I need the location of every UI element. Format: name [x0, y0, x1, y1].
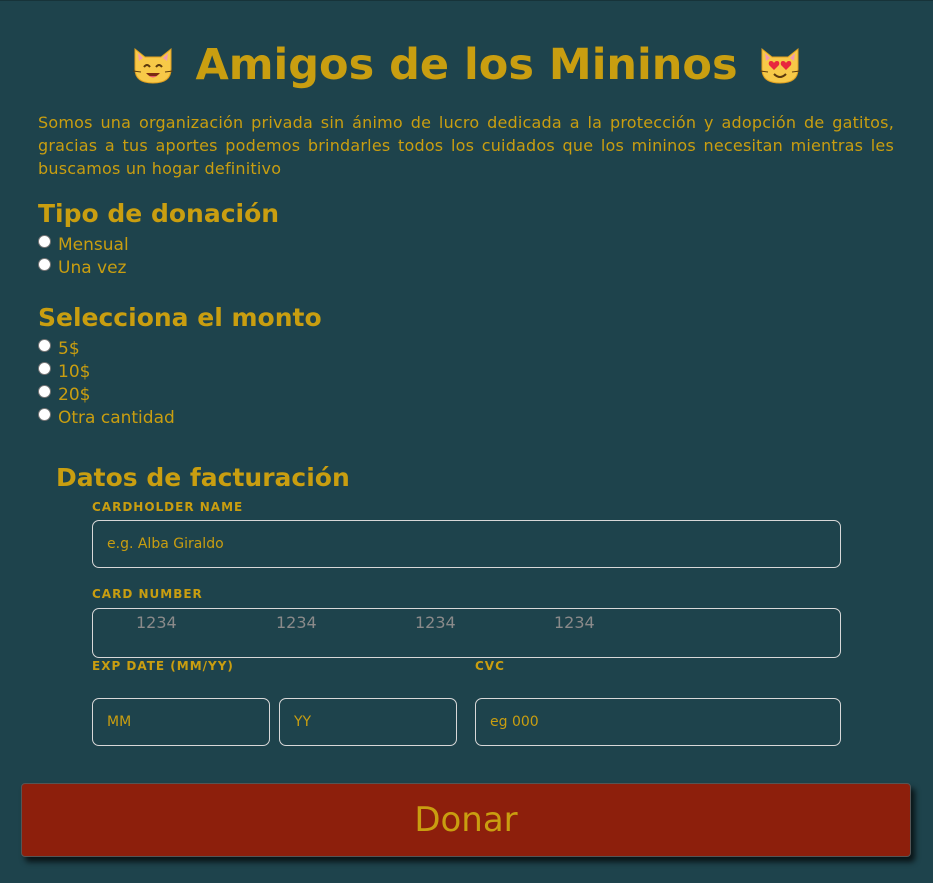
- exp-year-placeholder: YY: [294, 714, 312, 730]
- card-number-segment-4[interactable]: 1234: [554, 613, 595, 632]
- exp-year-input[interactable]: YY: [279, 698, 457, 746]
- radio-button-una-vez[interactable]: [38, 258, 51, 271]
- cardholder-input[interactable]: e.g. Alba Giraldo: [92, 520, 841, 568]
- cvc-placeholder: eg 000: [490, 714, 539, 730]
- card-number-segment-2[interactable]: 1234: [276, 613, 317, 632]
- radio-label-una-vez: Una vez: [58, 257, 127, 278]
- radio-una-vez[interactable]: Una vez: [38, 256, 126, 279]
- intro-text: Somos una organización privada sin ánimo…: [38, 113, 894, 178]
- exp-month-placeholder: MM: [107, 714, 132, 730]
- cardholder-label: CARDHOLDER NAME: [92, 500, 244, 514]
- radio-button-mensual[interactable]: [38, 235, 51, 248]
- donate-button[interactable]: Donar: [21, 783, 911, 857]
- radio-button-10[interactable]: [38, 362, 51, 375]
- cardholder-placeholder: e.g. Alba Giraldo: [107, 536, 224, 552]
- radio-mensual[interactable]: Mensual: [38, 233, 129, 256]
- card-number-label: CARD NUMBER: [92, 587, 203, 601]
- radio-label-otra: Otra cantidad: [58, 407, 175, 428]
- radio-button-20[interactable]: [38, 385, 51, 398]
- card-number-segment-3[interactable]: 1234: [415, 613, 456, 632]
- radio-label-20: 20$: [58, 384, 91, 405]
- radio-otra[interactable]: Otra cantidad: [38, 406, 175, 429]
- card-number-segment-1[interactable]: 1234: [136, 613, 177, 632]
- exp-date-label: EXP DATE (MM/YY): [92, 659, 234, 673]
- radio-label-10: 10$: [58, 361, 91, 382]
- radio-label-mensual: Mensual: [58, 234, 129, 255]
- radio-button-5[interactable]: [38, 339, 51, 352]
- cvc-input[interactable]: eg 000: [475, 698, 841, 746]
- radio-button-otra[interactable]: [38, 408, 51, 421]
- billing-title: Datos de facturación: [56, 463, 350, 492]
- header: Amigos de los Mininos: [0, 39, 933, 91]
- radio-label-5: 5$: [58, 338, 80, 359]
- donation-type-title: Tipo de donación: [38, 199, 280, 228]
- page-title: Amigos de los Mininos: [195, 40, 738, 90]
- radio-20[interactable]: 20$: [38, 383, 90, 406]
- cvc-label: CVC: [475, 659, 505, 673]
- heart-eyes-cat-icon: [759, 47, 800, 84]
- card-number-input[interactable]: 1234 1234 1234 1234: [92, 608, 841, 658]
- amount-title: Selecciona el monto: [38, 303, 322, 332]
- radio-5[interactable]: 5$: [38, 337, 80, 360]
- exp-month-input[interactable]: MM: [92, 698, 270, 746]
- smiling-cat-icon: [133, 47, 174, 84]
- radio-10[interactable]: 10$: [38, 360, 90, 383]
